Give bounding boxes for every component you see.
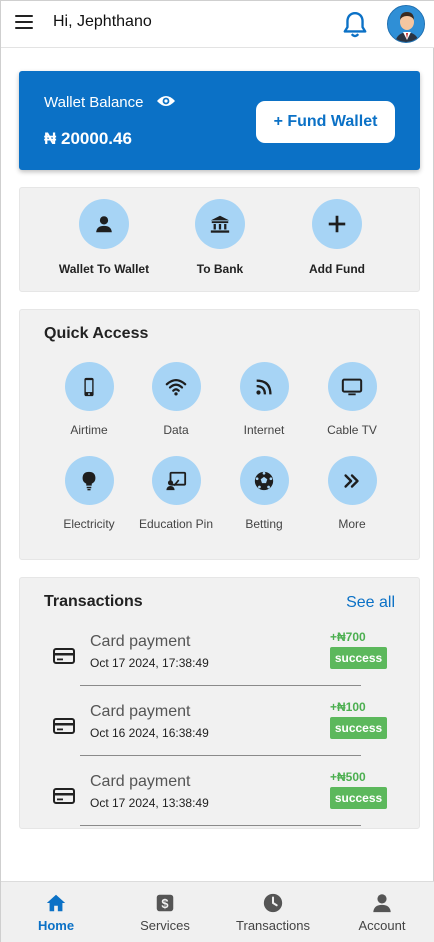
transaction-amount: +₦700 bbox=[330, 630, 366, 644]
transaction-amount: +₦500 bbox=[330, 770, 366, 784]
to-bank-action[interactable]: To Bank bbox=[165, 199, 275, 276]
quick-access-internet[interactable]: Internet bbox=[219, 362, 309, 437]
nav-account[interactable]: Account bbox=[332, 892, 432, 933]
fund-wallet-button[interactable]: + Fund Wallet bbox=[256, 101, 395, 143]
wallet-actions-card: Wallet To Wallet To Bank Add Fund bbox=[19, 187, 420, 292]
nav-label: Services bbox=[140, 918, 190, 933]
see-all-link[interactable]: See all bbox=[346, 594, 395, 612]
nav-home[interactable]: Home bbox=[6, 892, 106, 933]
quick-access-label: Internet bbox=[243, 423, 285, 437]
quick-access-label: Betting bbox=[245, 517, 283, 531]
quick-access-airtime[interactable]: Airtime bbox=[44, 362, 134, 437]
quick-access-label: Electricity bbox=[63, 517, 115, 531]
app-frame: Hi, Jephthano Wallet Balance ₦ 20000.46 … bbox=[0, 0, 434, 942]
quick-access-label: Data bbox=[163, 423, 189, 437]
action-label: Add Fund bbox=[309, 262, 365, 276]
row-divider bbox=[80, 685, 361, 686]
card-icon bbox=[53, 718, 75, 734]
transaction-amount: +₦100 bbox=[330, 700, 366, 714]
quick-access-title: Quick Access bbox=[44, 325, 149, 342]
nav-transactions[interactable]: Transactions bbox=[223, 892, 323, 933]
quick-access-education-pin[interactable]: Education Pin bbox=[131, 456, 221, 531]
svg-text:$: $ bbox=[161, 896, 168, 911]
double-chevron-right-icon bbox=[327, 456, 377, 505]
person-icon bbox=[79, 199, 129, 249]
top-header: Hi, Jephthano bbox=[1, 1, 434, 48]
nav-label: Transactions bbox=[236, 918, 310, 933]
row-divider bbox=[80, 755, 361, 756]
card-icon bbox=[53, 788, 75, 804]
wifi-icon bbox=[151, 362, 201, 411]
tv-icon bbox=[327, 362, 377, 411]
wallet-balance-amount: ₦ 20000.46 bbox=[44, 129, 132, 148]
nav-services[interactable]: $ Services bbox=[115, 892, 215, 933]
transaction-row[interactable]: Card payment Oct 17 2024, 17:38:49 +₦700… bbox=[20, 630, 421, 700]
transaction-row[interactable]: Card payment Oct 17 2024, 13:38:49 +₦500… bbox=[20, 770, 421, 840]
row-divider bbox=[80, 825, 361, 826]
action-label: Wallet To Wallet bbox=[58, 262, 150, 276]
transaction-row[interactable]: Card payment Oct 16 2024, 16:38:49 +₦100… bbox=[20, 700, 421, 770]
quick-access-label: Cable TV bbox=[327, 423, 377, 437]
greeting-text: Hi, Jephthano bbox=[53, 13, 152, 30]
hamburger-menu-icon[interactable] bbox=[15, 15, 33, 31]
card-icon bbox=[53, 648, 75, 664]
quick-access-cable-tv[interactable]: Cable TV bbox=[307, 362, 397, 437]
quick-access-label: Airtime bbox=[70, 423, 108, 437]
bulb-icon bbox=[64, 456, 114, 505]
quick-access-data[interactable]: Data bbox=[131, 362, 221, 437]
transaction-title: Card payment bbox=[90, 773, 191, 790]
quick-access-more[interactable]: More bbox=[307, 456, 397, 531]
transactions-card: Transactions See all Card payment Oct 17… bbox=[19, 577, 420, 829]
nav-label: Account bbox=[358, 918, 406, 933]
home-icon bbox=[46, 894, 66, 912]
wallet-to-wallet-action[interactable]: Wallet To Wallet bbox=[49, 199, 159, 276]
services-icon: $ bbox=[156, 894, 174, 912]
user-avatar[interactable] bbox=[387, 5, 425, 43]
rss-icon bbox=[239, 362, 289, 411]
bell-icon[interactable] bbox=[342, 11, 368, 39]
wallet-balance-title: Wallet Balance bbox=[44, 94, 144, 111]
soccer-ball-icon bbox=[239, 456, 289, 505]
status-badge: success bbox=[330, 717, 387, 739]
add-fund-action[interactable]: Add Fund bbox=[282, 199, 392, 276]
transaction-title: Card payment bbox=[90, 633, 191, 650]
status-badge: success bbox=[330, 787, 387, 809]
quick-access-label: Education Pin bbox=[138, 517, 214, 531]
status-badge: success bbox=[330, 647, 387, 669]
bottom-navigation: Home $ Services Transactions Account bbox=[1, 881, 434, 942]
transaction-date: Oct 16 2024, 16:38:49 bbox=[90, 726, 209, 740]
quick-access-card: Quick Access Airtime Data Internet Cable… bbox=[19, 309, 420, 560]
transaction-date: Oct 17 2024, 13:38:49 bbox=[90, 796, 209, 810]
quick-access-label: More bbox=[338, 517, 366, 531]
wallet-balance-card: Wallet Balance ₦ 20000.46 + Fund Wallet bbox=[19, 71, 420, 170]
nav-label: Home bbox=[37, 918, 75, 933]
quick-access-betting[interactable]: Betting bbox=[219, 456, 309, 531]
transaction-date: Oct 17 2024, 17:38:49 bbox=[90, 656, 209, 670]
action-label: To Bank bbox=[196, 262, 244, 276]
phone-icon bbox=[64, 362, 114, 411]
account-icon bbox=[373, 894, 391, 913]
education-icon bbox=[151, 456, 201, 505]
eye-icon[interactable] bbox=[156, 94, 176, 108]
quick-access-electricity[interactable]: Electricity bbox=[44, 456, 134, 531]
clock-icon bbox=[263, 893, 283, 913]
plus-icon bbox=[312, 199, 362, 249]
bank-icon bbox=[195, 199, 245, 249]
transaction-title: Card payment bbox=[90, 703, 191, 720]
transactions-title: Transactions bbox=[44, 593, 143, 610]
